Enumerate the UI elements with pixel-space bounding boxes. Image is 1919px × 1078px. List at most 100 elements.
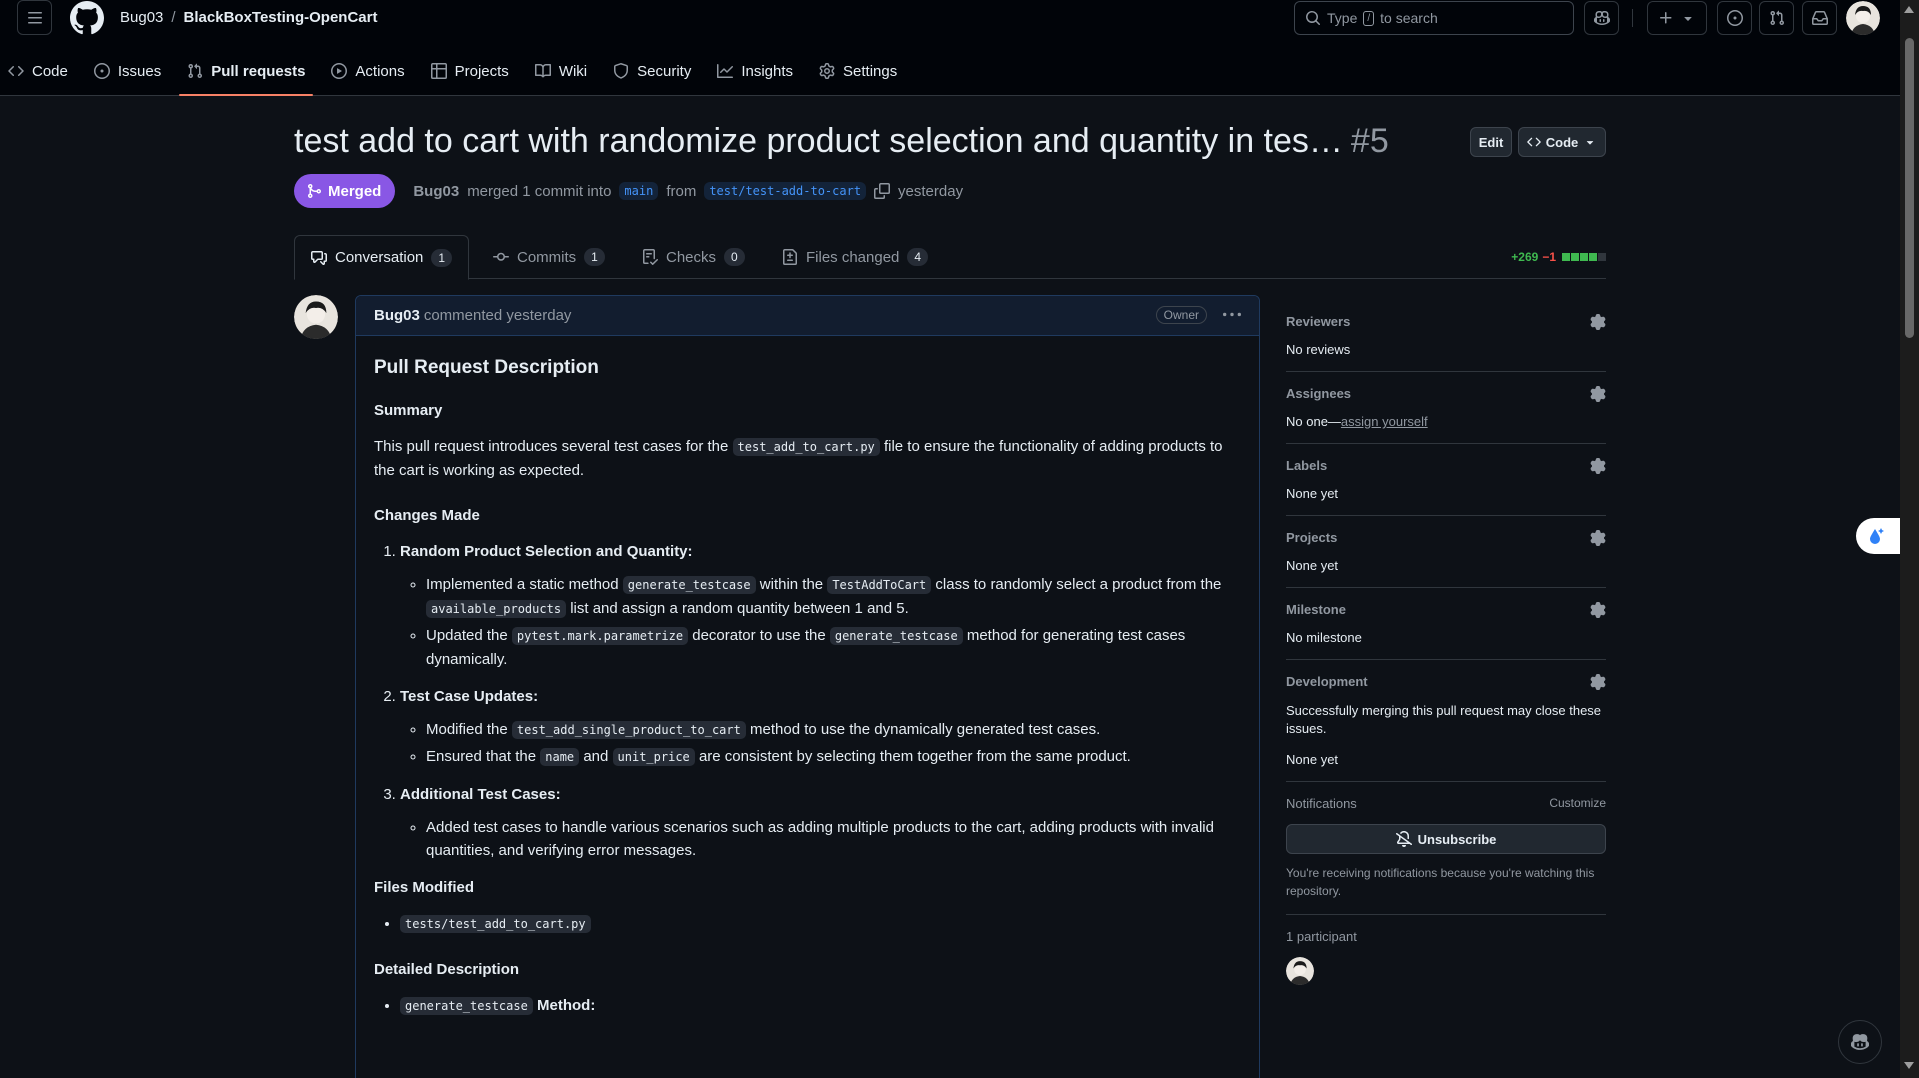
customize-link[interactable]: Customize (1549, 796, 1606, 810)
extension-widget[interactable] (1856, 518, 1900, 554)
tab-insights[interactable]: Insights (709, 54, 801, 88)
gear-icon[interactable] (1590, 674, 1606, 690)
breadcrumb-repo[interactable]: BlackBoxTesting-OpenCart (184, 9, 378, 26)
your-issues-button[interactable] (1717, 1, 1752, 35)
search-input[interactable]: Type / to search (1294, 1, 1574, 35)
tab-settings[interactable]: Settings (811, 54, 905, 88)
text: method to use the dynamically generated … (750, 721, 1101, 738)
commit-icon (493, 252, 509, 261)
copy-icon[interactable] (874, 183, 891, 199)
tab-commits[interactable]: Commits 1 (477, 235, 621, 279)
sub-list-item: Added test cases to handle various scena… (426, 816, 1241, 862)
tab-security[interactable]: Security (605, 54, 699, 88)
tab-conversation[interactable]: Conversation 1 (294, 235, 470, 280)
tab-actions-label: Actions (355, 62, 405, 80)
list-item: tests/test_add_to_cart.py (400, 912, 1241, 936)
tab-wiki[interactable]: Wiki (527, 54, 595, 88)
gear-icon[interactable] (1590, 386, 1606, 402)
comment-author-avatar[interactable] (294, 295, 338, 339)
copilot-chat-button[interactable] (1838, 1020, 1882, 1064)
scrollbar-thumb[interactable] (1905, 38, 1914, 338)
droplet-icon (1870, 528, 1884, 544)
text: Updated the (426, 627, 508, 644)
sidebar-title[interactable]: Milestone (1286, 602, 1606, 617)
assignees-none: No one— (1286, 414, 1341, 429)
comment-discussion-icon (311, 250, 327, 265)
list-item: Test Case Updates: Modified the test_add… (400, 685, 1241, 769)
tab-issues[interactable]: Issues (86, 54, 169, 88)
unsubscribe-button[interactable]: Unsubscribe (1286, 824, 1606, 854)
scroll-up-arrow-icon[interactable] (1904, 6, 1914, 13)
tab-files-changed-count: 4 (907, 248, 929, 266)
create-new-button[interactable] (1647, 1, 1707, 35)
sidebar-assignees: Assignees No one—assign yourself (1286, 372, 1606, 444)
sidebar-title[interactable]: Projects (1286, 530, 1606, 545)
list-item: generate_testcase Method: (400, 994, 1241, 1018)
files-list: tests/test_add_to_cart.py (400, 912, 1241, 936)
kebab-horizontal-icon[interactable] (1223, 306, 1241, 324)
tab-actions[interactable]: Actions (323, 54, 412, 88)
breadcrumb: Bug03 / BlackBoxTesting-OpenCart (120, 9, 377, 26)
comment-action[interactable]: commented yesterday (424, 307, 572, 324)
user-avatar[interactable] (1846, 1, 1880, 35)
scroll-down-arrow-icon[interactable] (1904, 1062, 1914, 1069)
pr-title-text: test add to cart with randomize product … (294, 122, 1343, 160)
diffstat-deletions: −1 (1542, 250, 1556, 264)
sidebar-notifications: Notifications Customize Unsubscribe You'… (1286, 782, 1606, 915)
tab-code[interactable]: Code (0, 54, 76, 88)
your-pull-requests-button[interactable] (1759, 1, 1794, 35)
code-icon (8, 65, 24, 77)
list-item: Random Product Selection and Quantity: I… (400, 540, 1241, 671)
breadcrumb-owner[interactable]: Bug03 (120, 9, 163, 26)
text: Method: (537, 997, 596, 1014)
sub-list: Implemented a static method generate_tes… (426, 573, 1241, 671)
notifications-button[interactable] (1802, 1, 1837, 35)
participant-avatar[interactable] (1286, 957, 1314, 985)
base-branch[interactable]: main (619, 182, 659, 200)
sidebar-title[interactable]: Labels (1286, 458, 1606, 473)
avatar-image (294, 295, 338, 339)
diffstat: +269 −1 (1511, 250, 1606, 264)
tab-checks[interactable]: Checks 0 (626, 235, 761, 279)
page-scrollbar[interactable] (1900, 0, 1919, 1078)
github-logo-icon[interactable] (70, 1, 104, 35)
search-placeholder-suffix: to search (1380, 10, 1438, 26)
sidebar-title[interactable]: Assignees (1286, 386, 1606, 401)
gear-icon[interactable] (1590, 530, 1606, 546)
tab-files-changed[interactable]: Files changed 4 (766, 235, 944, 279)
tab-conversation-label: Conversation (335, 249, 424, 266)
code-icon (1526, 137, 1541, 147)
comment-author[interactable]: Bug03 (374, 307, 420, 324)
tab-checks-count: 0 (724, 248, 745, 266)
plus-icon (1660, 12, 1672, 24)
sidebar-development: Development Successfully merging this pu… (1286, 660, 1606, 782)
summary-text-1: This pull request introduces several tes… (374, 438, 729, 455)
copilot-button[interactable] (1584, 1, 1619, 35)
code-button-label: Code (1545, 134, 1579, 150)
menu-button[interactable] (17, 0, 52, 35)
gear-icon[interactable] (1590, 602, 1606, 618)
pr-author-link[interactable]: Bug03 (413, 183, 459, 200)
gear-icon[interactable] (1590, 458, 1606, 474)
sidebar-title[interactable]: Reviewers (1286, 314, 1606, 329)
tab-projects[interactable]: Projects (423, 54, 517, 88)
gear-icon (819, 63, 835, 79)
code-dropdown-button[interactable]: Code (1518, 127, 1606, 157)
tab-projects-label: Projects (454, 62, 509, 80)
table-icon (430, 63, 447, 79)
assign-yourself-link[interactable]: assign yourself (1341, 414, 1428, 429)
tab-pull-requests[interactable]: Pull requests (179, 54, 314, 96)
sidebar-value: No milestone (1286, 630, 1362, 645)
inline-code: available_products (426, 600, 567, 618)
text: and (583, 748, 609, 765)
head-branch[interactable]: test/test-add-to-cart (704, 182, 867, 200)
sidebar-labels: Labels None yet (1286, 444, 1606, 516)
inline-code: test_add_to_cart.py (732, 438, 880, 456)
sub-list: Added test cases to handle various scena… (426, 816, 1241, 862)
sidebar-title[interactable]: Development (1286, 674, 1606, 689)
edit-title-button[interactable]: Edit (1470, 127, 1512, 157)
tab-insights-label: Insights (741, 62, 794, 80)
git-merge-icon (308, 184, 322, 198)
gear-icon[interactable] (1590, 314, 1606, 330)
list-item-title: Additional Test Cases: (400, 786, 561, 803)
